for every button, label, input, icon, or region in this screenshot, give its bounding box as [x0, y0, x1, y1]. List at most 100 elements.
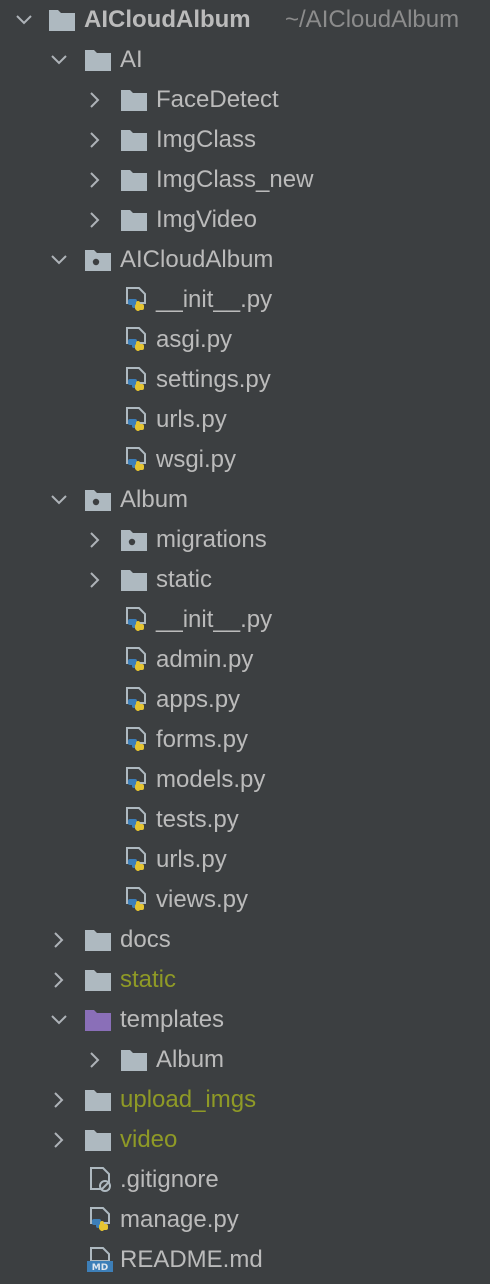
folder-icon	[85, 1090, 111, 1111]
package-folder-icon	[121, 530, 147, 551]
python-file-icon	[126, 367, 146, 391]
tree-item[interactable]: FaceDetect	[0, 80, 490, 120]
templates-folder-icon	[85, 1010, 111, 1031]
python-file-icon	[126, 407, 146, 431]
python-file-icon	[126, 887, 146, 911]
python-file-icon	[126, 327, 146, 351]
tree-item[interactable]: upload_imgs	[0, 1080, 490, 1120]
tree-item-label: wsgi.py	[156, 446, 237, 473]
tree-item-label: static	[156, 566, 213, 593]
chevron-right-icon[interactable]	[84, 169, 106, 191]
tree-item[interactable]: video	[0, 1120, 490, 1160]
tree-item-label: apps.py	[156, 686, 241, 713]
tree-item-label: Album	[156, 1046, 225, 1073]
folder-icon	[85, 970, 111, 991]
tree-item[interactable]: __init__.py	[0, 600, 490, 640]
tree-item-label: migrations	[156, 526, 267, 553]
tree-item-label: .gitignore	[120, 1166, 219, 1193]
chevron-right-icon[interactable]	[48, 1089, 70, 1111]
tree-item[interactable]: .gitignore	[0, 1160, 490, 1200]
chevron-right-icon[interactable]	[84, 89, 106, 111]
tree-item[interactable]: apps.py	[0, 680, 490, 720]
chevron-down-icon[interactable]	[13, 9, 35, 31]
root-path: ~/AICloudAlbum	[285, 6, 460, 33]
tree-item[interactable]: wsgi.py	[0, 440, 490, 480]
svg-text:MD: MD	[92, 1263, 108, 1273]
gitignore-file-icon	[90, 1167, 111, 1192]
chevron-right-icon[interactable]	[48, 929, 70, 951]
folder-icon	[49, 10, 75, 31]
folder-icon	[121, 170, 147, 191]
tree-item[interactable]: manage.py	[0, 1200, 490, 1240]
tree-item-label: README.md	[120, 1246, 263, 1273]
tree-item-label: settings.py	[156, 366, 271, 393]
python-file-icon	[126, 687, 146, 711]
folder-icon	[85, 930, 111, 951]
chevron-right-icon[interactable]	[84, 529, 106, 551]
chevron-down-icon[interactable]	[48, 249, 70, 271]
tree-item[interactable]: static	[0, 960, 490, 1000]
chevron-right-icon[interactable]	[84, 209, 106, 231]
tree-item[interactable]: models.py	[0, 760, 490, 800]
tree-item[interactable]: Album	[0, 1040, 490, 1080]
chevron-down-icon[interactable]	[48, 49, 70, 71]
package-folder-icon	[85, 490, 111, 511]
folder-icon	[85, 50, 111, 71]
chevron-down-icon[interactable]	[48, 1009, 70, 1031]
folder-icon	[121, 90, 147, 111]
tree-item-label: __init__.py	[156, 606, 273, 633]
python-file-icon	[126, 727, 146, 751]
tree-item[interactable]: templates	[0, 1000, 490, 1040]
chevron-down-icon[interactable]	[48, 489, 70, 511]
tree-item-label: __init__.py	[156, 286, 273, 313]
tree-item-label: admin.py	[156, 646, 254, 673]
tree-item[interactable]: tests.py	[0, 800, 490, 840]
tree-item[interactable]: ImgVideo	[0, 200, 490, 240]
tree-item[interactable]: urls.py	[0, 840, 490, 880]
tree-item[interactable]: admin.py	[0, 640, 490, 680]
tree-item[interactable]: asgi.py	[0, 320, 490, 360]
tree-item[interactable]: ImgClass_new	[0, 160, 490, 200]
tree-item[interactable]: migrations	[0, 520, 490, 560]
tree-item-label: AI	[120, 46, 143, 73]
markdown-file-icon: MD	[87, 1247, 113, 1273]
tree-item[interactable]: docs	[0, 920, 490, 960]
tree-item[interactable]: static	[0, 560, 490, 600]
python-file-icon	[90, 1207, 110, 1231]
chevron-right-icon[interactable]	[48, 969, 70, 991]
tree-item[interactable]: ImgClass	[0, 120, 490, 160]
tree-item-label: urls.py	[156, 406, 227, 433]
tree-item[interactable]: MD README.md	[0, 1240, 490, 1280]
python-file-icon	[126, 767, 146, 791]
chevron-right-icon[interactable]	[48, 1129, 70, 1151]
folder-icon	[85, 1130, 111, 1151]
tree-item-label: tests.py	[156, 806, 239, 833]
tree-item-label: docs	[120, 926, 171, 953]
chevron-right-icon[interactable]	[84, 569, 106, 591]
tree-item[interactable]: views.py	[0, 880, 490, 920]
tree-item-label: forms.py	[156, 726, 249, 753]
tree-item[interactable]: forms.py	[0, 720, 490, 760]
package-folder-icon	[85, 250, 111, 271]
python-file-icon	[126, 447, 146, 471]
chevron-right-icon[interactable]	[84, 1049, 106, 1071]
python-file-icon	[126, 847, 146, 871]
tree-item-label: views.py	[156, 886, 249, 913]
tree-item-label: upload_imgs	[120, 1086, 257, 1113]
root-label: AICloudAlbum	[84, 6, 251, 33]
tree-item[interactable]: urls.py	[0, 400, 490, 440]
tree-item[interactable]: settings.py	[0, 360, 490, 400]
python-file-icon	[126, 607, 146, 631]
chevron-right-icon[interactable]	[84, 129, 106, 151]
tree-item[interactable]: AI	[0, 40, 490, 80]
tree-item[interactable]: AICloudAlbum	[0, 240, 490, 280]
tree-item[interactable]: __init__.py	[0, 280, 490, 320]
tree-item-label: static	[120, 966, 177, 993]
folder-icon	[121, 130, 147, 151]
tree-item-label: Album	[120, 486, 189, 513]
folder-icon	[121, 570, 147, 591]
tree-item-label: models.py	[156, 766, 266, 793]
tree-root[interactable]: AICloudAlbum ~/AICloudAlbum	[0, 0, 490, 40]
tree-item-label: AICloudAlbum	[120, 246, 274, 273]
tree-item[interactable]: Album	[0, 480, 490, 520]
